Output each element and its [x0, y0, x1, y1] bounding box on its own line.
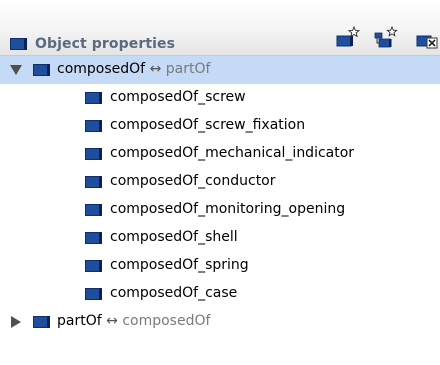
tree-node-child[interactable]: composedOf_screw_fixation	[0, 112, 440, 140]
tree-node-label: partOf ↔ composedOf	[57, 313, 210, 329]
object-property-icon	[85, 260, 102, 272]
equivalence-arrow: ↔	[149, 61, 162, 77]
panel-title: Object properties	[35, 36, 176, 52]
object-property-icon	[85, 148, 102, 160]
property-name: composedOf_shell	[110, 229, 238, 245]
property-name: composedOf_mechanical_indicator	[110, 145, 355, 161]
object-property-icon	[85, 176, 102, 188]
collapse-triangle-icon[interactable]	[10, 316, 22, 328]
tree-node-child[interactable]: composedOf_conductor	[0, 168, 440, 196]
property-name: partOf	[57, 313, 102, 329]
expand-triangle-icon[interactable]	[10, 64, 22, 76]
tree-node-partof[interactable]: partOf ↔ composedOf	[0, 308, 440, 336]
object-property-icon	[85, 120, 102, 132]
delete-property-icon	[416, 35, 438, 49]
tree-node-child[interactable]: composedOf_shell	[0, 224, 440, 252]
property-name: composedOf	[57, 61, 146, 77]
property-name: composedOf_screw	[110, 89, 246, 105]
tree-node-child[interactable]: composedOf_case	[0, 280, 440, 308]
add-subproperty-icon	[374, 25, 398, 48]
object-property-icon	[85, 232, 102, 244]
panel-header: Object properties	[0, 0, 440, 56]
object-property-icon	[85, 204, 102, 216]
inverse-property-name: partOf	[165, 61, 211, 77]
inverse-property-name: composedOf	[122, 313, 211, 329]
object-property-icon	[33, 316, 50, 328]
delete-property-button[interactable]	[415, 24, 440, 50]
add-property-button[interactable]	[335, 24, 361, 50]
add-property-icon	[336, 25, 361, 47]
object-property-icon	[33, 64, 50, 76]
object-property-icon	[85, 288, 102, 300]
equivalence-arrow: ↔	[106, 313, 118, 329]
property-name: composedOf_monitoring_opening	[110, 201, 346, 217]
property-tree: composedOf ↔ partOf composedOf_screw com…	[0, 56, 440, 336]
tree-node-label: composedOf ↔ partOf	[57, 61, 210, 77]
property-name: composedOf_conductor	[110, 173, 276, 189]
object-properties-panel: Object properties composedOf ↔ partOf co…	[0, 0, 440, 365]
object-property-icon	[85, 92, 102, 104]
object-property-icon	[10, 38, 27, 50]
tree-node-child[interactable]: composedOf_spring	[0, 252, 440, 280]
property-name: composedOf_case	[110, 285, 238, 301]
property-name: composedOf_spring	[110, 257, 249, 273]
header-title-wrap: Object properties	[10, 35, 175, 53]
tree-node-child[interactable]: composedOf_monitoring_opening	[0, 196, 440, 224]
add-subproperty-button[interactable]	[373, 24, 399, 50]
tree-node-child[interactable]: composedOf_mechanical_indicator	[0, 140, 440, 168]
tree-node-child[interactable]: composedOf_screw	[0, 84, 440, 112]
tree-node-composedof[interactable]: composedOf ↔ partOf	[0, 56, 440, 84]
property-name: composedOf_screw_fixation	[110, 117, 306, 133]
